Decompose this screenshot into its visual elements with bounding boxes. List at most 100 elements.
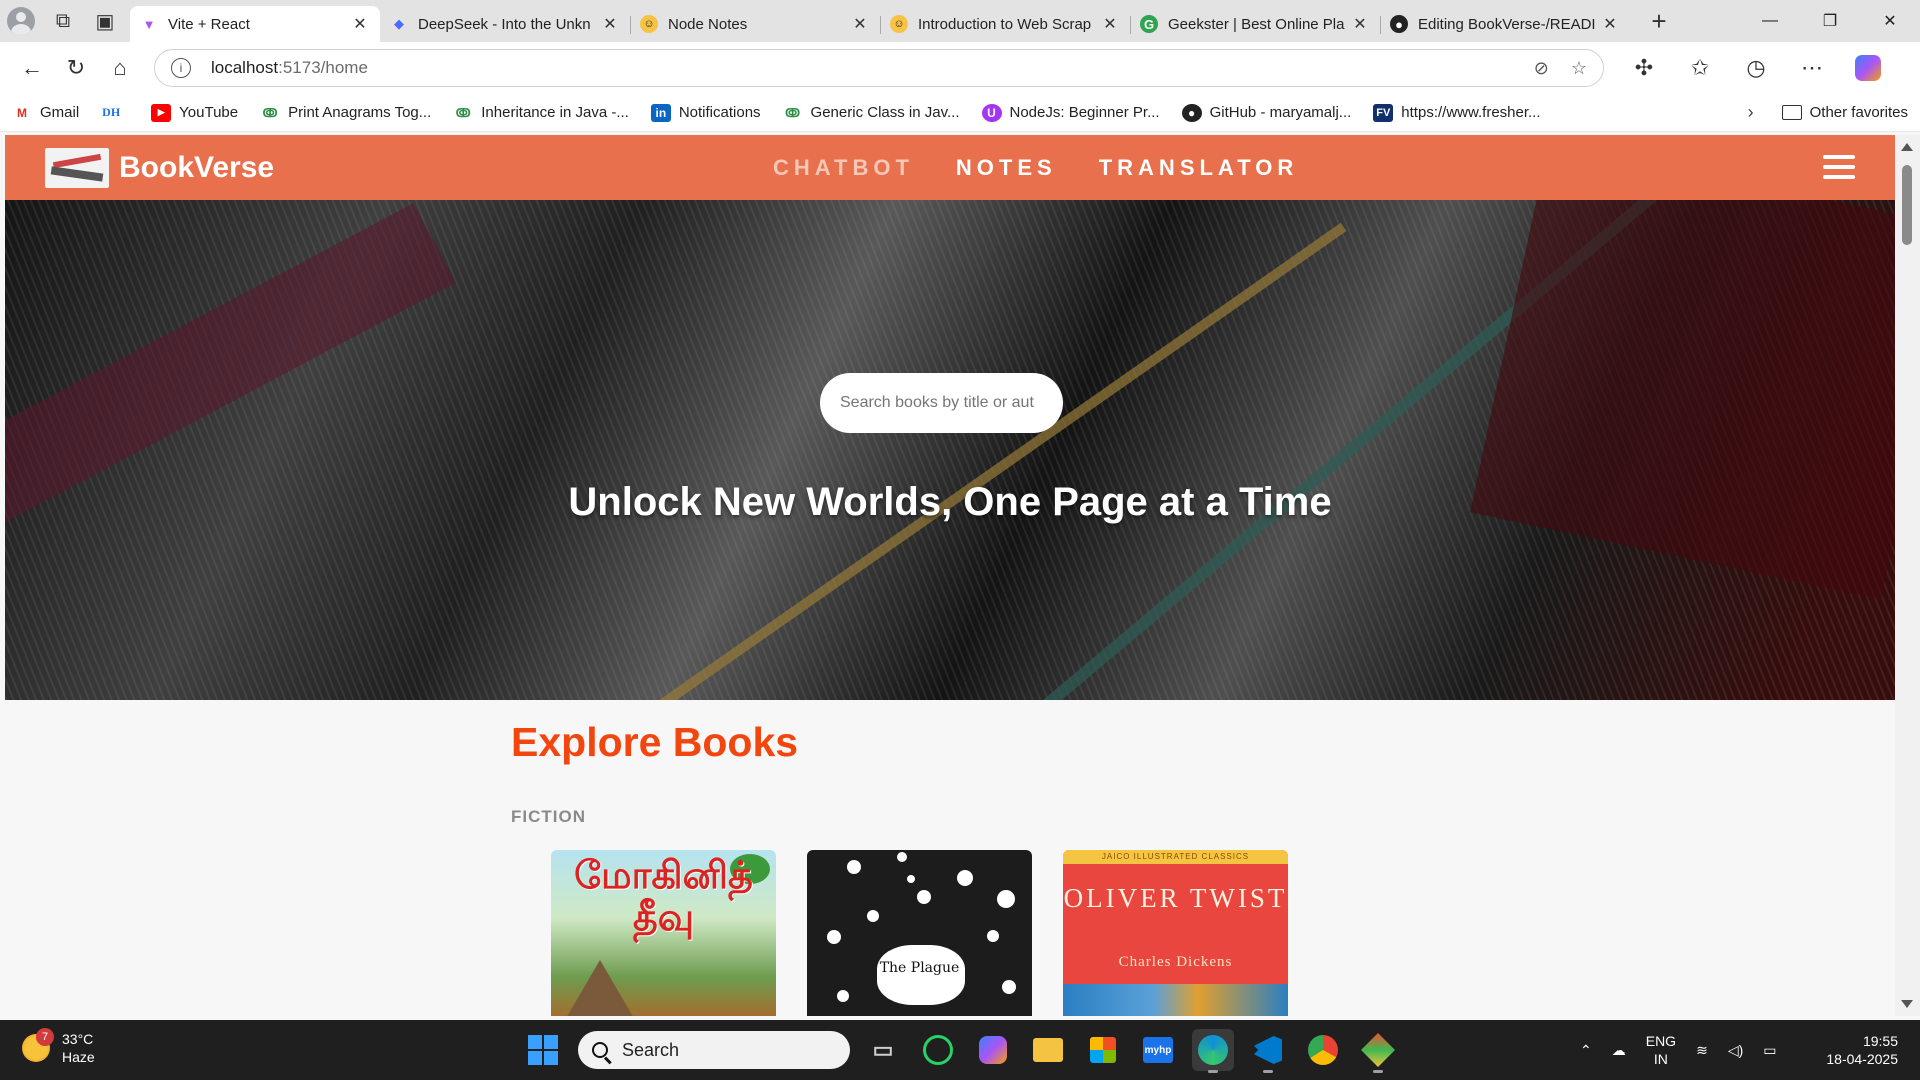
battery-icon[interactable]: ▭ <box>1763 1042 1776 1059</box>
restore-button[interactable]: ❐ <box>1800 0 1860 42</box>
chevron-right-icon[interactable]: › <box>1748 102 1754 123</box>
book-banner: JAICO ILLUSTRATED CLASSICS <box>1063 850 1288 864</box>
hamburger-menu-icon[interactable] <box>1823 155 1855 179</box>
copilot-button[interactable] <box>1846 48 1890 88</box>
vscode-icon[interactable] <box>1247 1029 1289 1073</box>
minimize-button[interactable]: — <box>1740 0 1800 42</box>
arrow-left-icon: ← <box>21 55 43 80</box>
scroll-thumb[interactable] <box>1902 165 1912 245</box>
tab-deepseek[interactable]: ◆ DeepSeek - Into the Unkn ✕ <box>380 6 630 42</box>
book-card[interactable]: மோகினித் தீவு <box>551 850 776 1016</box>
taskbar-search[interactable]: Search <box>578 1031 850 1069</box>
close-icon[interactable]: ✕ <box>600 14 620 34</box>
windows-start-icon[interactable] <box>528 1035 558 1065</box>
smiley-icon: ☺ <box>890 15 908 33</box>
back-button[interactable]: ← <box>10 48 54 88</box>
clock[interactable]: 19:55 18-04-2025 <box>1826 1032 1898 1068</box>
bookmark-notifications[interactable]: in Notifications <box>650 103 761 122</box>
profile-button[interactable] <box>0 0 42 42</box>
tab-actions-icon: ▣ <box>95 10 115 33</box>
refresh-button[interactable]: ↻ <box>54 48 98 88</box>
copilot-icon[interactable] <box>972 1029 1014 1071</box>
close-icon[interactable]: ✕ <box>1350 14 1370 34</box>
bookmark-github[interactable]: ● GitHub - maryamalj... <box>1181 103 1351 122</box>
tab-strip: ⧉ ▣ ▼ Vite + React ✕ ◆ DeepSeek - Into t… <box>0 0 1920 42</box>
tab-geekster[interactable]: G Geekster | Best Online Pla ✕ <box>1130 6 1380 42</box>
bookmark-print-anagrams[interactable]: ↂ Print Anagrams Tog... <box>260 104 432 122</box>
close-window-button[interactable]: ✕ <box>1860 0 1920 42</box>
bookmark-generic-class[interactable]: ↂ Generic Class in Jav... <box>783 104 959 122</box>
refresh-icon: ↻ <box>66 55 86 80</box>
whatsapp-icon[interactable] <box>917 1029 959 1071</box>
close-icon[interactable]: ✕ <box>350 14 370 34</box>
camera-off-icon[interactable]: ⊘ <box>1534 58 1549 79</box>
dot-art <box>997 890 1015 908</box>
bookmark-nodejs[interactable]: U NodeJs: Beginner Pr... <box>981 103 1160 122</box>
book-card[interactable]: The Plague <box>807 850 1032 1016</box>
store-icon[interactable] <box>1082 1029 1124 1071</box>
tab-actions-button[interactable]: ▣ <box>84 0 126 42</box>
workspaces-button[interactable]: ⧉ <box>42 0 84 42</box>
vite-icon: ▼ <box>142 16 156 32</box>
extensions-button[interactable]: ✣ <box>1622 48 1666 88</box>
history-button[interactable]: ◷ <box>1734 48 1778 88</box>
udemy-icon: U <box>981 103 1002 122</box>
category-label: FICTION <box>511 807 586 826</box>
bookmark-dh[interactable]: DH <box>101 104 129 122</box>
bookmark-inheritance[interactable]: ↂ Inheritance in Java -... <box>453 104 629 122</box>
wifi-icon[interactable]: ≋ <box>1696 1042 1708 1059</box>
favorites-button[interactable]: ✩ <box>1678 48 1722 88</box>
dot-art <box>847 860 861 874</box>
weather-widget[interactable]: 7 33°C Haze <box>22 1028 95 1066</box>
tab-vite-react[interactable]: ▼ Vite + React ✕ <box>130 6 380 42</box>
chrome-icon[interactable] <box>1302 1029 1344 1071</box>
book-search-input[interactable] <box>820 373 1063 433</box>
file-explorer-icon[interactable] <box>1027 1029 1069 1071</box>
close-icon[interactable]: ✕ <box>1100 14 1120 34</box>
tab-web-scraping[interactable]: ☺ Introduction to Web Scrap ✕ <box>880 6 1130 42</box>
edge-icon[interactable] <box>1192 1029 1234 1073</box>
bookmark-gmail[interactable]: M Gmail <box>12 104 79 122</box>
brand-name[interactable]: BookVerse <box>119 151 274 185</box>
info-icon[interactable]: i <box>171 58 191 78</box>
sun-icon: 7 <box>22 1028 54 1062</box>
myhp-icon[interactable]: myhp <box>1137 1029 1179 1071</box>
onedrive-off-icon[interactable]: ☁ <box>1612 1042 1626 1059</box>
tab-node-notes[interactable]: ☺ Node Notes ✕ <box>630 6 880 42</box>
fv-icon: FV <box>1373 103 1394 122</box>
page-viewport: BookVerse CHATBOT NOTES TRANSLATOR Unloc… <box>5 135 1895 1016</box>
history-icon: ◷ <box>1746 55 1766 80</box>
address-bar[interactable]: i localhost:5173/home ⊘ ☆ <box>154 49 1604 87</box>
tab-github-editing[interactable]: ● Editing BookVerse-/READI ✕ <box>1380 6 1630 42</box>
nav-translator[interactable]: TRANSLATOR <box>1099 155 1299 181</box>
bookmark-fresher[interactable]: FV https://www.fresher... <box>1373 103 1541 122</box>
bookmark-youtube[interactable]: ▶ YouTube <box>151 103 238 122</box>
scroll-down-icon[interactable] <box>1901 1000 1913 1008</box>
weather-badge: 7 <box>36 1028 54 1046</box>
dot-art <box>957 870 973 886</box>
task-view-icon[interactable]: ▭ <box>862 1029 904 1071</box>
page-scrollbar[interactable] <box>1895 135 1920 1016</box>
temple-art <box>565 960 635 1016</box>
new-tab-button[interactable]: + <box>1638 3 1680 39</box>
book-card[interactable]: JAICO ILLUSTRATED CLASSICS OLIVER TWIST … <box>1063 850 1288 1016</box>
close-icon[interactable]: ✕ <box>1600 14 1620 34</box>
other-favorites[interactable]: Other favorites <box>1781 104 1908 121</box>
home-button[interactable]: ⌂ <box>98 48 142 88</box>
star-icon[interactable]: ☆ <box>1571 58 1587 79</box>
chevron-up-icon[interactable]: ⌃ <box>1580 1042 1592 1059</box>
taskbar: 7 33°C Haze Search ▭ myhp ⌃ ☁ ENG IN ≋ ◁… <box>0 1020 1920 1080</box>
scroll-up-icon[interactable] <box>1901 143 1913 151</box>
home-icon: ⌂ <box>113 55 127 80</box>
close-icon[interactable]: ✕ <box>850 14 870 34</box>
volume-icon[interactable]: ◁) <box>1728 1042 1743 1059</box>
tab-title: Editing BookVerse-/READI <box>1418 15 1596 33</box>
git-icon[interactable] <box>1357 1029 1399 1073</box>
smiley-icon: ☺ <box>640 15 658 33</box>
nav-notes[interactable]: NOTES <box>956 155 1057 181</box>
books-logo-icon[interactable] <box>45 147 109 188</box>
more-button[interactable]: ⋯ <box>1790 48 1834 88</box>
nav-chatbot[interactable]: CHATBOT <box>773 155 914 181</box>
language-indicator[interactable]: ENG IN <box>1646 1032 1676 1068</box>
hero-title: Unlock New Worlds, One Page at a Time <box>568 480 1332 524</box>
